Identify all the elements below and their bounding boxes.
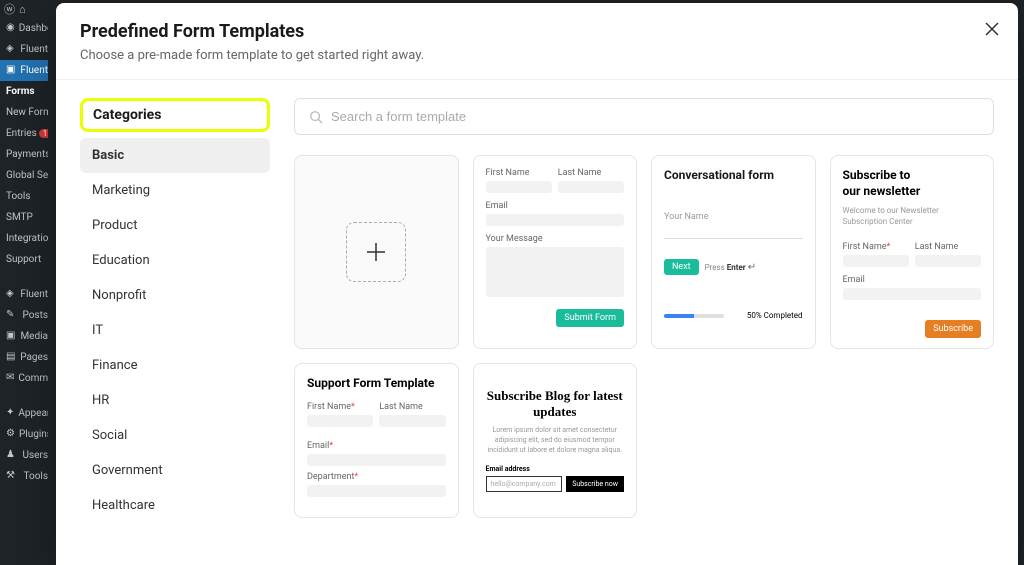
progress-label: 50% Completed xyxy=(747,311,803,320)
category-finance[interactable]: Finance xyxy=(80,348,270,383)
menu-posts[interactable]: ✎Posts xyxy=(0,305,48,326)
preview-subscribe-now-button: Subscribe now xyxy=(566,476,624,492)
wp-admin-sidebar: ⓦ ⌂ ◉Dashboard ◈Fluent ▣Fluent Forms New… xyxy=(0,0,48,565)
plus-icon xyxy=(365,241,387,263)
submenu-new-form[interactable]: New Form xyxy=(0,102,48,123)
close-button[interactable] xyxy=(984,21,1000,37)
categories-header-highlight: Categories xyxy=(80,98,270,132)
preview-field xyxy=(307,485,446,497)
menu-fluent-active[interactable]: ▣Fluent xyxy=(0,60,48,81)
search-icon xyxy=(309,110,323,124)
category-it[interactable]: IT xyxy=(80,313,270,348)
category-basic[interactable]: Basic xyxy=(80,138,270,173)
submenu-tools[interactable]: Tools xyxy=(0,186,48,207)
category-hr[interactable]: HR xyxy=(80,383,270,418)
menu-tools[interactable]: ⚒Tools xyxy=(0,466,48,487)
menu-pages[interactable]: ▤Pages xyxy=(0,347,48,368)
press-enter-hint: Press Enter ↵ xyxy=(705,262,757,273)
preview-field xyxy=(843,255,909,267)
preview-field xyxy=(486,214,625,226)
categories-panel: Categories Basic Marketing Product Educa… xyxy=(80,98,270,546)
preview-field xyxy=(915,255,981,267)
submenu-payments[interactable]: Payments xyxy=(0,144,48,165)
blank-plus-box xyxy=(346,222,406,282)
preview-field xyxy=(307,454,446,466)
conv-name-label: Your Name xyxy=(664,212,803,222)
contact-message-label: Your Message xyxy=(486,234,625,244)
template-blank[interactable] xyxy=(294,155,459,349)
support-dept-label: Department* xyxy=(307,472,446,482)
menu-appearance[interactable]: ✦Appearance xyxy=(0,403,48,424)
support-email-label: Email* xyxy=(307,441,446,451)
main-content: First Name Last Name Email Your Message … xyxy=(294,98,994,546)
news-last-name-label: Last Name xyxy=(915,242,981,252)
category-product[interactable]: Product xyxy=(80,208,270,243)
conv-title: Conversational form xyxy=(664,168,803,182)
blog-desc: Lorem ipsum dolor sit amet consectetur a… xyxy=(486,426,625,455)
modal-title: Predefined Form Templates xyxy=(80,21,994,42)
submenu-smtp[interactable]: SMTP xyxy=(0,207,48,228)
search-bar[interactable] xyxy=(294,98,994,135)
preview-textarea xyxy=(486,247,625,297)
template-contact-form[interactable]: First Name Last Name Email Your Message … xyxy=(473,155,638,349)
modal-header: Predefined Form Templates Choose a pre-m… xyxy=(56,3,1018,80)
enter-arrow-icon: ↵ xyxy=(748,262,756,273)
category-government[interactable]: Government xyxy=(80,453,270,488)
templates-grid: First Name Last Name Email Your Message … xyxy=(294,155,994,349)
category-social[interactable]: Social xyxy=(80,418,270,453)
search-input[interactable] xyxy=(331,109,979,124)
wp-logo-icon[interactable]: ⓦ xyxy=(4,1,15,17)
template-conversational[interactable]: Conversational form Your Name Next Press… xyxy=(651,155,816,349)
template-blog-subscribe[interactable]: Subscribe Blog for latest updates Lorem … xyxy=(473,363,638,518)
preview-field xyxy=(307,415,373,427)
support-last-name-label: Last Name xyxy=(379,402,445,412)
templates-grid-row2: Support Form Template First Name* Last N… xyxy=(294,363,994,518)
support-title: Support Form Template xyxy=(307,376,446,390)
template-support-form[interactable]: Support Form Template First Name* Last N… xyxy=(294,363,459,518)
blog-title: Subscribe Blog for latest updates xyxy=(486,388,625,420)
preview-field xyxy=(379,415,445,427)
preview-field xyxy=(664,225,803,239)
newsletter-subtitle: Welcome to our Newsletter Subscription C… xyxy=(843,205,982,227)
menu-dashboard[interactable]: ◉Dashboard xyxy=(0,18,48,39)
contact-last-name-label: Last Name xyxy=(558,168,624,178)
templates-modal: Predefined Form Templates Choose a pre-m… xyxy=(56,3,1018,565)
submenu-forms[interactable]: Forms xyxy=(0,81,48,102)
contact-first-name-label: First Name xyxy=(486,168,552,178)
contact-email-label: Email xyxy=(486,201,625,211)
categories-title: Categories xyxy=(93,107,257,123)
submenu-support[interactable]: Support xyxy=(0,249,48,270)
support-first-name-label: First Name* xyxy=(307,402,373,412)
submenu-global-settings[interactable]: Global Settings xyxy=(0,165,48,186)
menu-fluent-2[interactable]: ◈Fluent xyxy=(0,284,48,305)
category-education[interactable]: Education xyxy=(80,243,270,278)
preview-email-input: hello@company.com xyxy=(486,476,563,492)
menu-fluent[interactable]: ◈Fluent xyxy=(0,39,48,60)
menu-comments[interactable]: ✉Comments xyxy=(0,368,48,389)
category-nonprofit[interactable]: Nonprofit xyxy=(80,278,270,313)
category-healthcare[interactable]: Healthcare xyxy=(80,488,270,523)
news-first-name-label: First Name* xyxy=(843,242,909,252)
wp-admin-bar: ⓦ ⌂ xyxy=(0,0,48,18)
modal-subtitle: Choose a pre-made form template to get s… xyxy=(80,48,994,63)
progress-bar xyxy=(664,314,724,318)
submenu-integrations[interactable]: Integrations xyxy=(0,228,48,249)
preview-field xyxy=(486,181,552,193)
news-email-label: Email xyxy=(843,275,982,285)
category-marketing[interactable]: Marketing xyxy=(80,173,270,208)
close-icon xyxy=(984,21,1000,37)
menu-users[interactable]: ♟Users xyxy=(0,445,48,466)
preview-subscribe-button: Subscribe xyxy=(925,320,981,338)
blog-email-label: Email address xyxy=(486,465,625,473)
newsletter-title: Subscribe toour newsletter xyxy=(843,168,982,199)
preview-next-button: Next xyxy=(664,259,699,275)
preview-field xyxy=(843,288,982,300)
submenu-entries[interactable]: Entries1 xyxy=(0,123,48,144)
menu-plugins[interactable]: ⚙Plugins xyxy=(0,424,48,445)
preview-submit-button: Submit Form xyxy=(556,309,624,327)
home-icon[interactable]: ⌂ xyxy=(19,3,26,16)
menu-media[interactable]: ▣Media xyxy=(0,326,48,347)
template-newsletter[interactable]: Subscribe toour newsletter Welcome to ou… xyxy=(830,155,995,349)
preview-field xyxy=(558,181,624,193)
